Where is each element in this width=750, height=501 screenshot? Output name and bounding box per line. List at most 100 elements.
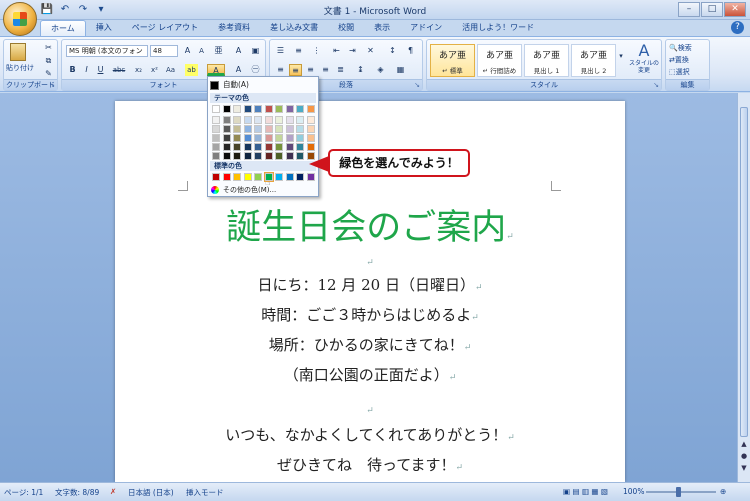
vertical-scrollbar[interactable]: ▲ ● ▼	[737, 93, 750, 482]
theme-shade-swatch[interactable]	[296, 134, 304, 142]
zoom-level[interactable]: 100%	[623, 487, 644, 496]
align-center-icon[interactable]: ≡	[289, 64, 302, 76]
style-heading-2[interactable]: あア亜 見出し 2	[571, 44, 616, 77]
grow-font-button[interactable]: A	[181, 45, 194, 57]
justify-icon[interactable]: ≡	[319, 64, 332, 76]
minimize-button[interactable]: –	[678, 2, 700, 17]
theme-shade-swatch[interactable]	[264, 116, 273, 124]
style-heading-1[interactable]: あア亜 見出し 1	[524, 44, 569, 77]
styles-launcher-icon[interactable]: ↘	[653, 81, 659, 89]
tab-page-layout[interactable]: ページ レイアウト	[122, 20, 208, 36]
standard-color-swatch[interactable]	[306, 173, 315, 181]
char-border-icon[interactable]: ▣	[249, 45, 262, 57]
change-styles-button[interactable]: A スタイルの変更	[628, 42, 660, 75]
theme-shade-swatch[interactable]	[243, 125, 252, 133]
theme-shade-swatch[interactable]	[306, 125, 315, 133]
superscript-button[interactable]: x²	[148, 64, 161, 76]
increase-indent-icon[interactable]: ⇥	[346, 45, 359, 57]
theme-shade-swatch[interactable]	[275, 134, 283, 142]
clipboard-launcher-icon[interactable]: ↘	[49, 81, 55, 89]
theme-shade-swatch[interactable]	[222, 143, 231, 151]
theme-shade-swatch[interactable]	[306, 134, 315, 142]
tab-references[interactable]: 参考資料	[208, 20, 260, 36]
align-right-icon[interactable]: ≡	[304, 64, 317, 76]
styles-more-icon[interactable]: ▾	[617, 50, 625, 62]
style-no-spacing[interactable]: あア亜 ↵ 行間詰め	[477, 44, 522, 77]
proofing-icon[interactable]: ✗	[110, 487, 116, 496]
style-normal[interactable]: あア亜 ↵ 標準	[430, 44, 475, 77]
theme-color-swatch[interactable]	[212, 105, 220, 113]
show-marks-icon[interactable]: ¶	[404, 45, 417, 57]
theme-shade-swatch[interactable]	[254, 116, 262, 124]
standard-color-swatch[interactable]	[212, 173, 220, 181]
strikethrough-button[interactable]: abc	[110, 64, 128, 76]
theme-shade-swatch[interactable]	[243, 152, 252, 160]
theme-shade-swatch[interactable]	[222, 116, 231, 124]
theme-shade-swatch[interactable]	[285, 125, 294, 133]
enclosed-char-icon[interactable]: ㊀	[249, 64, 262, 76]
paste-icon[interactable]	[10, 43, 26, 61]
theme-color-swatch[interactable]	[243, 105, 252, 113]
theme-shade-swatch[interactable]	[254, 125, 262, 133]
asian-layout-icon[interactable]: ✕	[364, 45, 377, 57]
office-button[interactable]	[3, 2, 37, 36]
theme-color-swatch[interactable]	[222, 105, 231, 113]
theme-color-swatch[interactable]	[296, 105, 304, 113]
theme-color-swatch[interactable]	[254, 105, 262, 113]
standard-color-swatch[interactable]	[254, 173, 262, 181]
standard-color-swatch[interactable]	[296, 173, 304, 181]
select-button[interactable]: ⬚選択	[669, 67, 690, 77]
paragraph-launcher-icon[interactable]: ↘	[414, 81, 420, 89]
theme-shade-swatch[interactable]	[296, 152, 304, 160]
zoom-slider[interactable]	[646, 491, 716, 493]
standard-green-swatch[interactable]	[263, 172, 274, 182]
theme-shade-swatch[interactable]	[285, 143, 294, 151]
bullets-icon[interactable]: ☰	[274, 45, 287, 57]
theme-shade-swatch[interactable]	[212, 134, 220, 142]
theme-shade-swatch[interactable]	[254, 143, 262, 151]
tab-view[interactable]: 表示	[364, 20, 400, 36]
theme-shade-swatch[interactable]	[264, 143, 273, 151]
shrink-font-button[interactable]: A	[195, 45, 208, 57]
maximize-button[interactable]: □	[701, 2, 723, 17]
tab-insert[interactable]: 挿入	[86, 20, 122, 36]
standard-color-swatch[interactable]	[233, 173, 241, 181]
theme-color-swatch[interactable]	[264, 105, 273, 113]
standard-color-swatch[interactable]	[243, 173, 252, 181]
underline-button[interactable]: U	[94, 64, 107, 76]
line-spacing-icon[interactable]: ↨	[354, 64, 367, 76]
theme-shade-swatch[interactable]	[212, 116, 220, 124]
theme-shade-swatch[interactable]	[233, 143, 241, 151]
phonetic-guide-icon[interactable]: 亜	[212, 45, 225, 57]
tab-home[interactable]: ホーム	[40, 20, 86, 36]
tab-addins[interactable]: アドイン	[400, 20, 452, 36]
standard-color-swatch[interactable]	[222, 173, 231, 181]
close-button[interactable]: ✕	[724, 2, 746, 17]
theme-shade-swatch[interactable]	[254, 134, 262, 142]
font-color-button[interactable]: A	[207, 64, 225, 76]
next-page-icon[interactable]: ▼	[739, 463, 749, 473]
distributed-icon[interactable]: ≣	[334, 64, 347, 76]
theme-shade-swatch[interactable]	[233, 125, 241, 133]
theme-color-swatch[interactable]	[306, 105, 315, 113]
tab-mailings[interactable]: 差し込み文書	[260, 20, 328, 36]
theme-shade-swatch[interactable]	[243, 116, 252, 124]
borders-icon[interactable]: ▦	[394, 64, 407, 76]
theme-shade-swatch[interactable]	[212, 125, 220, 133]
multilevel-list-icon[interactable]: ⋮	[310, 45, 323, 57]
char-shading-icon[interactable]: A	[232, 64, 245, 76]
theme-shade-swatch[interactable]	[275, 125, 283, 133]
theme-shade-swatch[interactable]	[222, 125, 231, 133]
zoom-in-icon[interactable]: ⊕	[720, 487, 726, 496]
align-left-icon[interactable]: ≡	[274, 64, 287, 76]
theme-shade-swatch[interactable]	[285, 152, 294, 160]
theme-shade-swatch[interactable]	[285, 134, 294, 142]
zoom-slider-knob[interactable]	[676, 487, 681, 497]
tab-katsuyou[interactable]: 活用しよう！ワード	[452, 20, 544, 36]
theme-color-swatch[interactable]	[285, 105, 294, 113]
theme-shade-swatch[interactable]	[254, 152, 262, 160]
insert-mode[interactable]: 挿入モード	[186, 487, 224, 498]
theme-shade-swatch[interactable]	[306, 116, 315, 124]
bold-button[interactable]: B	[66, 64, 79, 76]
highlight-button[interactable]: ab	[185, 64, 198, 76]
